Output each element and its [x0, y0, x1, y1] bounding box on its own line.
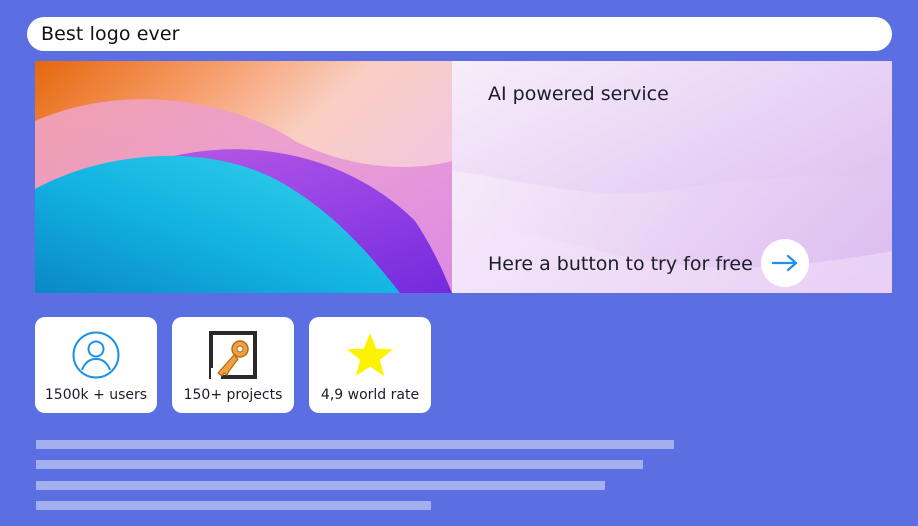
user-icon: [71, 330, 121, 380]
page-title: Best logo ever: [41, 23, 180, 45]
hero-banner: AI powered service Here a button to try …: [35, 61, 892, 293]
hero-artwork: [35, 61, 452, 293]
placeholder-line: [36, 460, 643, 469]
key-icon: [208, 330, 258, 380]
stat-card-rate: 4,9 world rate: [309, 317, 431, 413]
placeholder-line: [36, 440, 674, 449]
placeholder-line: [36, 481, 605, 490]
hero-headline: AI powered service: [488, 83, 669, 105]
stat-card-users: 1500k + users: [35, 317, 157, 413]
stat-users-label: 1500k + users: [44, 387, 148, 403]
try-free-button[interactable]: [761, 239, 809, 287]
star-icon: [345, 330, 395, 380]
stat-card-projects: 150+ projects: [172, 317, 294, 413]
hero-cta-text: Here a button to try for free: [488, 253, 753, 275]
arrow-right-icon: [771, 254, 798, 272]
stat-rate-label: 4,9 world rate: [320, 387, 420, 403]
placeholder-line: [36, 501, 431, 510]
stat-projects-label: 150+ projects: [183, 387, 283, 403]
title-bar: Best logo ever: [27, 17, 892, 51]
